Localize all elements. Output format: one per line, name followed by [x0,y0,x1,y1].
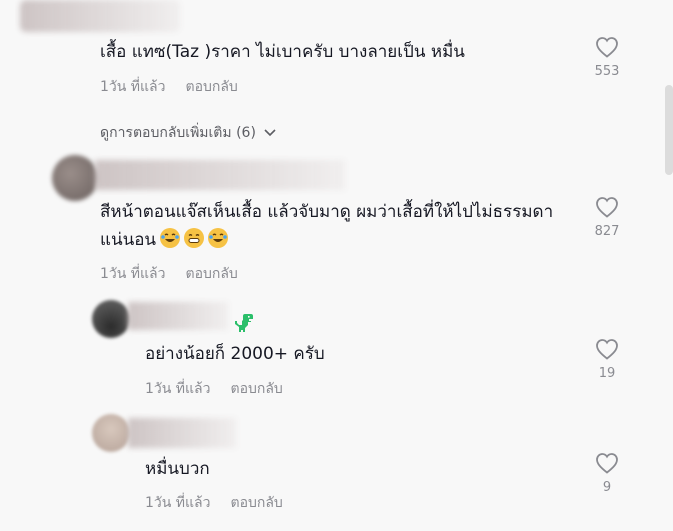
avatar[interactable] [92,414,130,452]
comment-text: สีหน้าตอนแจ๊สเห็นเสื้อ แล้วจับมาดู ผมว่า… [100,198,560,254]
reply-header-blurred [128,418,236,448]
heart-icon[interactable] [595,338,619,360]
avatar[interactable] [92,300,130,338]
like-count: 9 [602,480,612,495]
reply-button[interactable]: ตอบกลับ [185,76,237,98]
laughing-tears-emoji [208,228,229,248]
heart-icon[interactable] [595,452,619,474]
reply-button[interactable]: ตอบกลับ [230,492,282,514]
dinosaur-icon [235,314,253,332]
laughing-tears-emoji [160,228,181,248]
reply-text: หมื่นบวก [145,459,210,479]
reply-time: 1วัน ที่แล้ว [145,381,211,397]
like-box: 827 [587,196,627,239]
comment-text: เสื้อ แทซ(Taz )ราคา ไม่เบาครับ บางลายเป็… [100,42,465,62]
reply-header-blurred [128,302,228,330]
view-more-label: ดูการตอบกลับเพิ่มเติม (6) [100,125,256,141]
heart-icon[interactable] [595,36,619,58]
comment-meta: 1วัน ที่แล้ว ตอบกลับ [100,76,238,98]
comment-header-blurred [95,160,345,190]
comment-time: 1วัน ที่แล้ว [100,266,166,282]
reply-button[interactable]: ตอบกลับ [185,263,237,285]
avatar[interactable] [52,155,98,201]
reply-meta: 1วัน ที่แล้ว ตอบกลับ [145,378,283,400]
chevron-down-icon [264,129,276,137]
reply-time: 1วัน ที่แล้ว [145,495,211,511]
reply-button[interactable]: ตอบกลับ [230,378,282,400]
like-box: 553 [587,36,627,79]
like-box: 19 [587,338,627,381]
reply-text: อย่างน้อยก็ 2000+ ครับ [145,344,325,364]
like-count: 553 [594,64,620,79]
comment-time: 1วัน ที่แล้ว [100,79,166,95]
grinning-emoji [184,228,205,248]
like-count: 827 [594,224,620,239]
like-box: 9 [587,452,627,495]
heart-icon[interactable] [595,196,619,218]
comment-meta: 1วัน ที่แล้ว ตอบกลับ [100,263,238,285]
view-more-replies-button[interactable]: ดูการตอบกลับเพิ่มเติม (6) [100,122,276,144]
scrollbar[interactable] [665,85,673,175]
reply-meta: 1วัน ที่แล้ว ตอบกลับ [145,492,283,514]
comment-header-blurred [20,0,180,32]
like-count: 19 [598,366,616,381]
